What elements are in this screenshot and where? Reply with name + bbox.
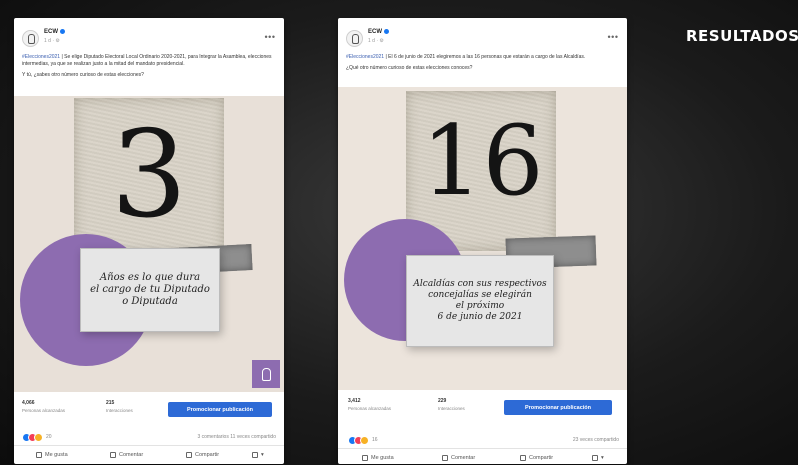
share-button[interactable]: Compartir (520, 455, 553, 461)
post-stats: 4,066 Personas alcanzadas 215 Interaccio… (14, 392, 284, 432)
audience-icon (252, 452, 258, 458)
reactions-summary[interactable]: 16 23 veces compartido (338, 434, 627, 449)
reaction-count: 16 (372, 437, 378, 443)
comment-button[interactable]: Comentar (110, 452, 143, 458)
caption-line: | Se elige Diputado Electoral Local Ordi… (22, 54, 272, 67)
caption-hashtag[interactable]: #Elecciones2021 (346, 54, 384, 60)
stat-reach: 3,412 Personas alcanzadas (348, 398, 392, 411)
verified-icon (384, 29, 389, 34)
page-avatar[interactable] (22, 30, 39, 47)
caption-line: | El 6 de junio de 2021 elegiremos a las… (385, 54, 586, 60)
post-header: ECW 1 d · ⚙ • • • (14, 18, 284, 54)
info-card: Alcaldías con sus respectivos concejalía… (406, 255, 554, 347)
promote-post-button[interactable]: Promocionar publicación (504, 400, 612, 415)
promote-post-button[interactable]: Promocionar publicación (168, 402, 272, 417)
share-icon (520, 455, 526, 461)
facebook-post-1: ECW 1 d · ⚙ • • • #Elecciones2021 | Se e… (14, 18, 284, 464)
big-number: 3 (110, 106, 188, 245)
page-name[interactable]: ECW (44, 29, 65, 35)
caption-question: ¿Qué otro número curioso de estas elecci… (346, 65, 473, 71)
brand-logo-icon (252, 360, 280, 388)
care-reaction-icon (34, 433, 43, 442)
big-number: 16 (421, 105, 544, 217)
facebook-post-2: ECW 1 d · ⚙ • • • #Elecciones2021 | El 6… (338, 18, 627, 464)
stat-interactions: 229 Interacciones (438, 398, 465, 411)
post-image[interactable]: 16 Alcaldías con sus respectivos conceja… (338, 87, 627, 390)
more-options-icon[interactable]: • • • (265, 32, 276, 42)
caption-question: Y tú, ¿sabes otro número curioso de esta… (22, 72, 144, 78)
post-header: ECW 1 d · ⚙ • • • (338, 18, 627, 54)
post-actions: Me gusta Comentar Compartir ▾ (338, 452, 627, 464)
post-caption: #Elecciones2021 | Se elige Diputado Elec… (14, 54, 284, 79)
audience-icon (592, 455, 598, 461)
more-options-icon[interactable]: • • • (608, 32, 619, 42)
card-text: Años es lo que dura el cargo de tu Diput… (90, 272, 210, 307)
info-card: Años es lo que dura el cargo de tu Diput… (80, 248, 220, 332)
verified-icon (60, 29, 65, 34)
post-time: 1 d · ⚙ (368, 38, 384, 44)
post-actions: Me gusta Comentar Compartir ▾ (14, 449, 284, 464)
comment-button[interactable]: Comentar (442, 455, 475, 461)
stat-reach: 4,066 Personas alcanzadas (22, 400, 66, 413)
comment-icon (442, 455, 448, 461)
audience-dropdown[interactable]: ▾ (592, 455, 604, 461)
share-icon (186, 452, 192, 458)
engagement-summary[interactable]: 23 veces compartido (573, 437, 619, 443)
post-image[interactable]: 3 Años es lo que dura el cargo de tu Dip… (14, 96, 284, 392)
post-stats: 3,412 Personas alcanzadas 229 Interaccio… (338, 390, 627, 430)
card-text: Alcaldías con sus respectivos concejalía… (413, 279, 547, 322)
care-reaction-icon (360, 436, 369, 445)
page-avatar[interactable] (346, 30, 363, 47)
post-time: 1 d · ⚙ (44, 38, 60, 44)
comment-icon (110, 452, 116, 458)
thumbs-up-icon (362, 455, 368, 461)
slide-title: RESULTADOS (686, 27, 798, 45)
thumbs-up-icon (36, 452, 42, 458)
engagement-summary[interactable]: 3 comentarios 11 veces compartido (197, 434, 276, 440)
like-button[interactable]: Me gusta (362, 455, 394, 461)
post-caption: #Elecciones2021 | El 6 de junio de 2021 … (338, 54, 627, 72)
reactions-summary[interactable]: 20 3 comentarios 11 veces compartido (14, 431, 284, 446)
page-name[interactable]: ECW (368, 29, 389, 35)
reaction-count: 20 (46, 434, 52, 440)
caption-hashtag[interactable]: #Elecciones2021 (22, 54, 60, 60)
share-button[interactable]: Compartir (186, 452, 219, 458)
stat-interactions: 215 Interacciones (106, 400, 133, 413)
like-button[interactable]: Me gusta (36, 452, 68, 458)
audience-dropdown[interactable]: ▾ (252, 452, 264, 458)
